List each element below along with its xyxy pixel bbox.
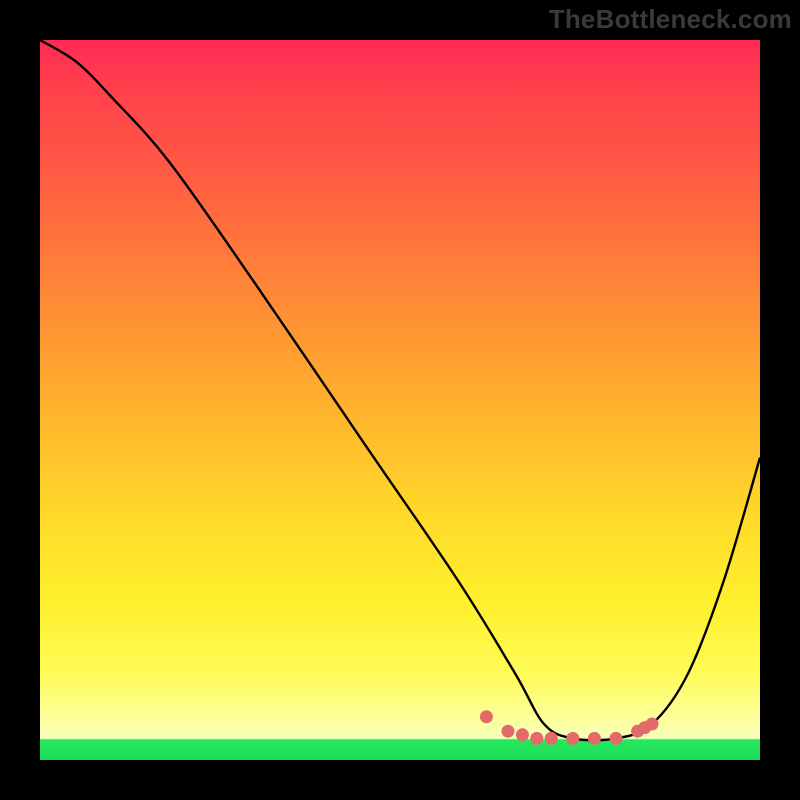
curve-svg: [40, 40, 760, 760]
marker-dot: [588, 732, 601, 745]
marker-dot: [566, 732, 579, 745]
marker-dot: [530, 732, 543, 745]
marker-dot: [646, 718, 659, 731]
marker-dot: [545, 732, 558, 745]
marker-dot: [480, 710, 493, 723]
plot-area: [40, 40, 760, 760]
watermark-text: TheBottleneck.com: [549, 4, 792, 35]
chart-frame: TheBottleneck.com: [0, 0, 800, 800]
marker-dot: [502, 725, 515, 738]
marker-dot: [610, 732, 623, 745]
marker-dot: [516, 728, 529, 741]
bottleneck-curve: [40, 40, 760, 740]
marker-dots: [480, 710, 659, 745]
